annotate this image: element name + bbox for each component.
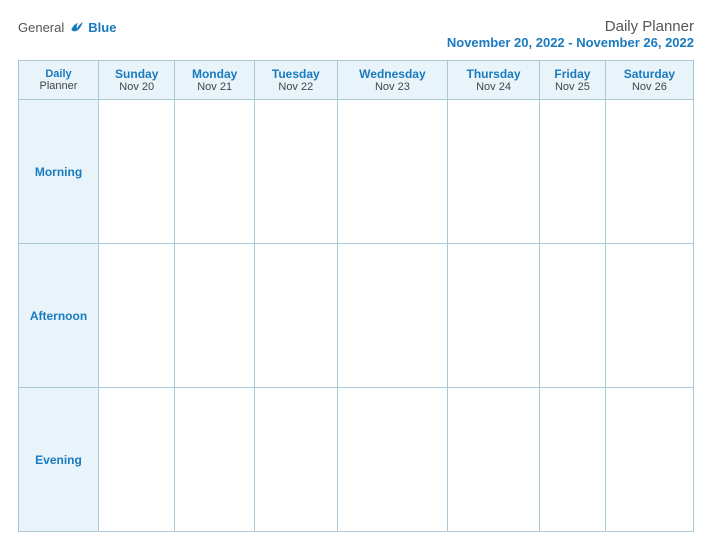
evening-label: Evening (19, 388, 99, 532)
header-row: Daily Planner Sunday Nov 20 Monday Nov 2… (19, 61, 694, 100)
col-tue-day: Tuesday (259, 67, 333, 81)
col-sun-day: Sunday (103, 67, 170, 81)
morning-mon[interactable] (175, 100, 254, 244)
morning-tue[interactable] (254, 100, 337, 244)
col-wed-day: Wednesday (342, 67, 443, 81)
title-area: Daily Planner November 20, 2022 - Novemb… (447, 18, 694, 50)
evening-thu[interactable] (448, 388, 540, 532)
col-fri-day: Friday (544, 67, 601, 81)
col-sat-day: Saturday (610, 67, 689, 81)
col-thu-day: Thursday (452, 67, 535, 81)
afternoon-label: Afternoon (19, 244, 99, 388)
afternoon-row: Afternoon (19, 244, 694, 388)
morning-thu[interactable] (448, 100, 540, 244)
date-range: November 20, 2022 - November 26, 2022 (447, 35, 694, 50)
evening-fri[interactable] (540, 388, 606, 532)
morning-row: Morning (19, 100, 694, 244)
col-header-label: Daily Planner (19, 61, 99, 100)
evening-sat[interactable] (605, 388, 693, 532)
col-header-sat: Saturday Nov 26 (605, 61, 693, 100)
col-header-thu: Thursday Nov 24 (448, 61, 540, 100)
evening-mon[interactable] (175, 388, 254, 532)
col-header-sun: Sunday Nov 20 (99, 61, 175, 100)
col-header-mon: Monday Nov 21 (175, 61, 254, 100)
logo-general-text: General (18, 20, 64, 35)
header: General Blue Daily Planner November 20, … (18, 18, 694, 50)
col-header-fri: Friday Nov 25 (540, 61, 606, 100)
logo-area: General Blue (18, 18, 116, 36)
col-wed-date: Nov 23 (342, 81, 443, 93)
evening-tue[interactable] (254, 388, 337, 532)
afternoon-thu[interactable] (448, 244, 540, 388)
morning-sun[interactable] (99, 100, 175, 244)
evening-row: Evening (19, 388, 694, 532)
afternoon-wed[interactable] (337, 244, 447, 388)
page: General Blue Daily Planner November 20, … (0, 0, 712, 550)
col-header-wed: Wednesday Nov 23 (337, 61, 447, 100)
afternoon-tue[interactable] (254, 244, 337, 388)
col-header-tue: Tuesday Nov 22 (254, 61, 337, 100)
logo-bird-icon (68, 18, 86, 36)
col-label-day: Daily (23, 68, 94, 80)
col-mon-date: Nov 21 (179, 81, 249, 93)
col-sun-date: Nov 20 (103, 81, 170, 93)
col-label-sub: Planner (23, 80, 94, 92)
col-mon-day: Monday (179, 67, 249, 81)
page-title: Daily Planner (447, 18, 694, 35)
morning-fri[interactable] (540, 100, 606, 244)
col-fri-date: Nov 25 (544, 81, 601, 93)
morning-wed[interactable] (337, 100, 447, 244)
logo: General Blue (18, 18, 116, 36)
afternoon-fri[interactable] (540, 244, 606, 388)
col-sat-date: Nov 26 (610, 81, 689, 93)
evening-wed[interactable] (337, 388, 447, 532)
morning-sat[interactable] (605, 100, 693, 244)
logo-blue-text: Blue (88, 20, 116, 35)
calendar-table: Daily Planner Sunday Nov 20 Monday Nov 2… (18, 60, 694, 532)
afternoon-sat[interactable] (605, 244, 693, 388)
col-tue-date: Nov 22 (259, 81, 333, 93)
morning-label: Morning (19, 100, 99, 244)
evening-sun[interactable] (99, 388, 175, 532)
col-thu-date: Nov 24 (452, 81, 535, 93)
afternoon-sun[interactable] (99, 244, 175, 388)
afternoon-mon[interactable] (175, 244, 254, 388)
